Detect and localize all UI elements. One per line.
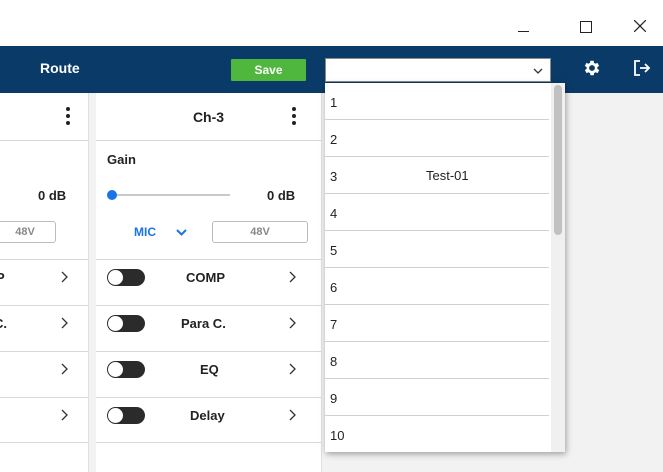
list-item[interactable]: 6: [325, 268, 551, 305]
channel-header: [0, 93, 88, 141]
fx-label: EQ: [200, 362, 219, 377]
gain-db-value: 0 dB: [267, 188, 296, 203]
close-button[interactable]: [617, 0, 663, 46]
list-item[interactable]: 4: [325, 194, 551, 231]
gain-slider-thumb[interactable]: [107, 190, 117, 200]
item-number: 3: [330, 169, 338, 184]
item-name: Test-01: [426, 168, 469, 183]
kebab-menu-icon[interactable]: [65, 107, 71, 127]
para-c-toggle[interactable]: [107, 315, 145, 332]
eq-toggle[interactable]: [107, 361, 145, 378]
save-button[interactable]: Save: [231, 59, 306, 81]
fx-row-eq[interactable]: EQ: [96, 351, 321, 387]
chevron-right-icon: [61, 271, 68, 283]
item-number: 1: [330, 95, 338, 110]
chevron-right-icon: [61, 363, 68, 375]
chevron-right-icon: [289, 271, 296, 283]
close-icon: [634, 20, 646, 32]
item-number: 8: [330, 354, 338, 369]
item-number: 6: [330, 280, 338, 295]
chevron-right-icon: [289, 317, 296, 329]
list-item[interactable]: 5: [325, 231, 551, 268]
dropdown-scrollbar[interactable]: [551, 83, 565, 452]
chevron-right-icon: [289, 409, 296, 421]
phantom-48v-button[interactable]: 48V: [212, 221, 308, 243]
maximize-button[interactable]: [562, 0, 608, 46]
fx-label: Delay: [190, 408, 225, 423]
app-window: Route Save 0 dB 48V P . Ch-3 Gain 0 dB M…: [0, 0, 663, 472]
gain-slider-track[interactable]: [112, 194, 230, 196]
item-number: 9: [330, 391, 338, 406]
comp-toggle[interactable]: [107, 269, 145, 286]
phantom-48v-button[interactable]: 48V: [0, 221, 56, 243]
list-item[interactable]: 7: [325, 305, 551, 342]
fx-label: C.: [0, 316, 7, 331]
chevron-down-icon: [176, 228, 187, 236]
route-tab[interactable]: Route: [40, 60, 80, 76]
item-number: 10: [330, 428, 345, 443]
item-number: 7: [330, 317, 338, 332]
channel-strip-ch3: Ch-3 Gain 0 dB MIC 48V COMP Para C. EQ D…: [96, 93, 322, 472]
fx-row[interactable]: [0, 397, 88, 443]
fx-label: COMP: [186, 270, 225, 285]
title-bar: [0, 0, 663, 46]
list-item[interactable]: 9: [325, 379, 551, 416]
kebab-menu-icon[interactable]: [291, 107, 297, 127]
fx-label: Para C.: [181, 316, 226, 331]
gain-db-value: 0 dB: [38, 188, 67, 203]
input-type-select[interactable]: MIC: [134, 221, 187, 243]
list-item[interactable]: 2: [325, 120, 551, 157]
fx-row[interactable]: C.: [0, 305, 88, 341]
list-item[interactable]: 8: [325, 342, 551, 379]
fx-row[interactable]: P: [0, 259, 88, 295]
channel-header: Ch-3: [96, 93, 321, 141]
list-item[interactable]: 3 Test-01: [325, 157, 551, 194]
fx-label: P: [0, 270, 5, 285]
input-type-value: MIC: [134, 225, 156, 239]
channel-title: Ch-3: [192, 109, 225, 125]
delay-toggle[interactable]: [107, 407, 145, 424]
fx-row-comp[interactable]: COMP: [96, 259, 321, 295]
chevron-right-icon: [289, 363, 296, 375]
fx-row[interactable]: [0, 351, 88, 387]
list-item[interactable]: 1: [325, 83, 551, 120]
chevron-right-icon: [61, 409, 68, 421]
item-number: 2: [330, 132, 338, 147]
channel-strip-previous: 0 dB 48V P C.: [0, 93, 89, 472]
preset-dropdown-list: 1 2 3 Test-01 4 5 6 7 8 9 10: [325, 83, 565, 452]
item-number: 5: [330, 243, 338, 258]
item-number: 4: [330, 206, 338, 221]
gain-label: Gain: [107, 152, 136, 167]
scrollbar-thumb[interactable]: [554, 85, 562, 235]
chevron-down-icon: [533, 68, 543, 74]
fx-row-delay[interactable]: Delay: [96, 397, 321, 443]
gear-icon[interactable]: [582, 58, 602, 78]
preset-select[interactable]: [325, 58, 551, 82]
logout-icon[interactable]: [633, 59, 651, 77]
channel-gap: [89, 93, 96, 472]
chevron-right-icon: [61, 317, 68, 329]
fx-row-para-c[interactable]: Para C.: [96, 305, 321, 341]
minimize-button[interactable]: [500, 0, 546, 46]
list-item[interactable]: 10: [325, 416, 551, 453]
